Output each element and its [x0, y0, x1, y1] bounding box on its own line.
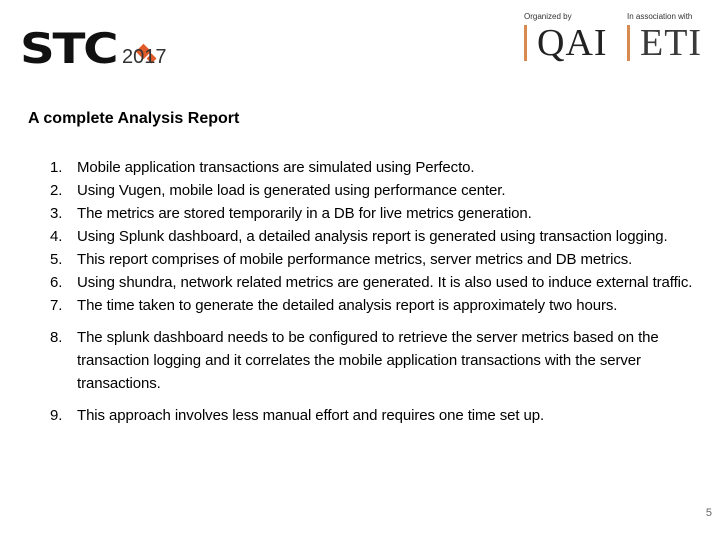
organizer-divider-bar — [524, 25, 527, 61]
list-item-number: 2. — [50, 182, 63, 199]
list-item: 3. The metrics are stored temporarily in … — [0, 202, 720, 225]
logo-year-text: 2017 — [122, 46, 167, 68]
list-item-text: This approach involves less manual effor… — [77, 407, 545, 424]
list-item-number: 8. — [50, 329, 63, 346]
organizer-logo: Organized by QAI — [524, 12, 608, 64]
list-item-text: Using shundra, network related metrics a… — [77, 274, 693, 291]
associate-name: ETI — [640, 22, 703, 64]
list-item: 4. Using Splunk dashboard, a detailed ana… — [0, 225, 720, 248]
page-number: 5 — [705, 507, 712, 519]
associate-label: In association with — [627, 12, 693, 21]
list-item: 9. This approach involves less manual eff… — [0, 404, 720, 427]
list-item-number: 5. — [50, 251, 63, 268]
list-item-text: Using Splunk dashboard, a detailed analy… — [77, 228, 668, 245]
list-item: 8. The splunk dashboard needs to be confi… — [0, 326, 720, 395]
list-item-number: 9. — [50, 407, 63, 424]
list-item: 5. This report comprises of mobile perfor… — [0, 248, 720, 271]
list-item-text: The metrics are stored temporarily in a … — [77, 205, 532, 222]
list-item-text: This report comprises of mobile performa… — [77, 251, 633, 268]
organizer-label: Organized by — [524, 12, 572, 21]
associate-divider-bar — [627, 25, 630, 61]
list-item-number: 1. — [50, 159, 63, 176]
logo-brand-text: STC — [20, 24, 119, 73]
list-item-number: 4. — [50, 228, 63, 245]
list-item-text: Using Vugen, mobile load is generated us… — [77, 182, 506, 199]
list-item: 6. Using shundra, network related metrics… — [0, 271, 720, 294]
list-item-text: The time taken to generate the detailed … — [77, 297, 618, 314]
stc-2017-logo: STC 2017 — [20, 22, 180, 70]
list-item-text: Mobile application transactions are simu… — [77, 159, 475, 176]
list-item-number: 7. — [50, 297, 63, 314]
list-item-text: The splunk dashboard needs to be configu… — [77, 329, 659, 392]
list-item: 1. Mobile application transactions are si… — [0, 156, 720, 179]
list-item-number: 3. — [50, 205, 63, 222]
associate-logo: In association with ETI — [627, 12, 703, 64]
list-item-number: 6. — [50, 274, 63, 291]
list-item: 2. Using Vugen, mobile load is generated … — [0, 179, 720, 202]
analysis-steps-list: 1. Mobile application transactions are si… — [0, 156, 720, 427]
organizer-name: QAI — [537, 22, 608, 64]
list-item: 7. The time taken to generate the detaile… — [0, 294, 720, 317]
slide-title: A complete Analysis Report — [28, 110, 240, 127]
